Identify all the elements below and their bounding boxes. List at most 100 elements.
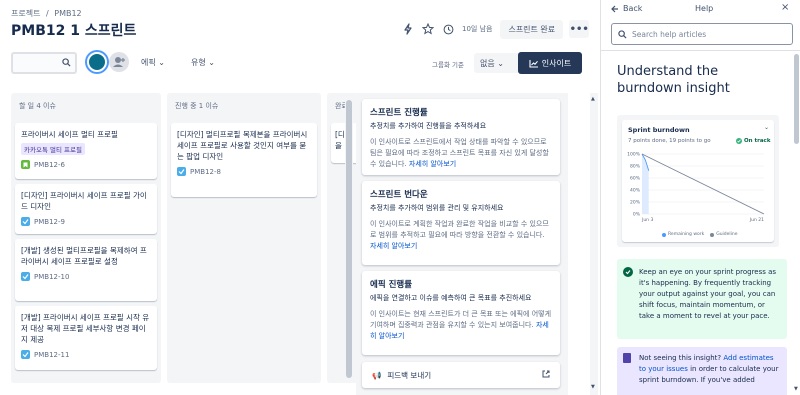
chart-legend: Remaining work Guideline xyxy=(662,232,738,237)
burndown-chart: 0% 20% 40% 60% 80% 100% Jun 3 Jun 21 xyxy=(627,152,765,223)
issue-key[interactable]: PMB12-10 xyxy=(34,273,69,281)
check-icon xyxy=(736,138,742,144)
epic-filter-label: 에픽 xyxy=(141,58,156,67)
insight-body-text: 이 인사이트로 계획한 작업과 완료한 작업을 비교할 수 있으므로 범위를 추… xyxy=(370,220,549,239)
send-feedback-button[interactable]: 📢 피드백 보내기 xyxy=(362,362,560,388)
y-tick-label: 60% xyxy=(630,176,641,182)
issue-card[interactable]: [개발] 생성된 멀티프로필을 복제하여 프라이버시 세이프 프로필로 설정 P… xyxy=(15,239,157,301)
breadcrumb-project[interactable]: PMB12 xyxy=(54,9,81,18)
note-callout: Not seeing this insight? Add estimates t… xyxy=(617,347,787,395)
scroll-down-icon[interactable]: ▼ xyxy=(591,384,595,390)
back-label: Back xyxy=(623,4,643,13)
group-by-label: 그룹화 기준 xyxy=(432,61,464,69)
y-tick-label: 80% xyxy=(630,164,641,170)
y-tick-label: 0% xyxy=(633,212,641,218)
add-people-avatar[interactable] xyxy=(109,52,129,72)
scroll-up-icon[interactable]: ▲ xyxy=(591,96,595,102)
lightning-icon[interactable] xyxy=(400,21,416,37)
on-track-badge: On track xyxy=(736,138,770,144)
page-scrollbar[interactable] xyxy=(590,93,598,395)
type-filter[interactable]: 유형 ⌄ xyxy=(191,57,215,68)
type-filter-label: 유형 xyxy=(191,58,206,67)
burndown-progress: 7 points done, 19 points to go xyxy=(628,138,711,144)
issue-card[interactable]: [개발] 프라이버시 세이프 프로필 시작 유저 대상 복제 프로필 세부사항 … xyxy=(15,306,157,370)
insight-subtitle: 추정치를 추가하여 범위를 관리 및 유지하세요 xyxy=(370,204,504,212)
more-actions-button[interactable]: ••• xyxy=(569,20,590,38)
issue-card[interactable]: 프라이버시 세이프 멀티 프로필 카카오톡 멀티 프로필 PMB12-6 xyxy=(15,123,157,179)
insight-title: 스프린트 진행률 xyxy=(370,108,428,118)
chevron-down-icon: ⌄ xyxy=(497,59,504,68)
board-search-input[interactable] xyxy=(11,52,77,74)
avatar[interactable] xyxy=(87,52,107,72)
help-title: Help xyxy=(695,4,714,13)
issue-card[interactable]: [디자인] 멀티프로필 복제본을 프라이버시 세이프 프로필로 사용할 것인지 … xyxy=(171,123,317,197)
issue-title: [개발] 프라이버시 세이프 프로필 시작 유저 대상 복제 프로필 세부사항 … xyxy=(21,313,150,344)
column-in-progress: 진행 중 1 이슈 [디자인] 멀티프로필 복제본을 프라이버시 세이프 프로필… xyxy=(167,93,321,383)
insights-button[interactable]: 인사이트 xyxy=(518,52,582,74)
breadcrumb-separator: / xyxy=(46,9,49,18)
issue-title: 프라이버시 세이프 멀티 프로필 xyxy=(21,130,118,139)
issue-key[interactable]: PMB12-11 xyxy=(34,351,69,359)
learn-more-link[interactable]: 자세히 알아보기 xyxy=(370,242,417,250)
issue-key[interactable]: PMB12-8 xyxy=(190,168,221,176)
scroll-down-icon[interactable]: ▼ xyxy=(794,386,798,392)
insight-subtitle: 추정치를 추가하여 진행률을 추적하세요 xyxy=(370,122,487,130)
close-icon[interactable]: × xyxy=(781,2,789,13)
insight-body: 이 인사이트는 현재 스프린트가 더 큰 목표 또는 에픽에 어떻게 기여하며 … xyxy=(370,309,552,342)
on-track-label: On track xyxy=(744,138,771,144)
days-remaining: 10일 남음 xyxy=(462,25,493,33)
epic-filter[interactable]: 에픽 ⌄ xyxy=(141,57,165,68)
x-tick-label: Jun 21 xyxy=(749,217,764,223)
breadcrumb-projects[interactable]: 프로젝트 xyxy=(11,9,40,18)
help-search-placeholder: Search help articles xyxy=(632,29,707,39)
issue-card[interactable]: [디 을 xyxy=(331,123,357,163)
help-article: Understand the burndown insight Sprint b… xyxy=(601,51,800,395)
remaining-work-area xyxy=(642,154,649,214)
board-scrollbar-thumb[interactable] xyxy=(346,100,352,378)
y-tick-label: 20% xyxy=(630,200,641,206)
column-todo: 할 일 4 이슈 프라이버시 세이프 멀티 프로필 카카오톡 멀티 프로필 PM… xyxy=(11,93,161,383)
insight-sprint-burndown: 스프린트 번다운 추정치를 추가하여 범위를 관리 및 유지하세요 이 인사이트… xyxy=(362,181,560,265)
learn-more-link[interactable]: 자세히 알아보기 xyxy=(409,160,456,168)
burndown-illustration: Sprint burndown ⌄ 7 points done, 19 poin… xyxy=(617,115,779,247)
insight-body-text: 이 인사이트는 현재 스프린트가 더 큰 목표 또는 에픽에 어떻게 기여하며 … xyxy=(370,310,552,329)
help-scrollbar-thumb[interactable] xyxy=(794,54,799,144)
help-search-input[interactable]: Search help articles xyxy=(611,23,793,45)
issue-title: [디자인] 멀티프로필 복제본을 프라이버시 세이프 프로필로 사용할 것인지 … xyxy=(177,130,308,161)
issue-card[interactable]: [디자인] 프라이버시 세이프 프로필 가이드 디자인 PMB12-9 xyxy=(15,184,157,234)
burndown-title: Sprint burndown xyxy=(628,126,690,134)
complete-sprint-button[interactable]: 스프린트 완료 xyxy=(500,19,564,39)
megaphone-icon: 📢 xyxy=(372,370,382,380)
group-by-value: 없음 xyxy=(480,59,495,68)
tip-callout: Keep an eye on your sprint progress as i… xyxy=(617,259,787,339)
clock-icon xyxy=(440,21,456,37)
chevron-down-icon: ⌄ xyxy=(764,124,770,131)
insights-panel: 스프린트 진행률 추정치를 추가하여 진행률을 추적하세요 이 인사이트로 스프… xyxy=(356,93,568,395)
column-title: 진행 중 1 이슈 xyxy=(175,102,219,110)
help-panel: Back Help × Search help articles Underst… xyxy=(600,0,800,395)
group-by-select[interactable]: 없음 ⌄ xyxy=(474,53,520,73)
task-checkbox-icon xyxy=(21,217,30,226)
epic-badge: 카카오톡 멀티 프로필 xyxy=(21,143,85,155)
chevron-down-icon: ⌄ xyxy=(158,58,165,67)
issue-key[interactable]: PMB12-6 xyxy=(34,161,65,169)
story-icon xyxy=(21,160,30,169)
issue-key[interactable]: PMB12-9 xyxy=(34,218,65,226)
note-icon xyxy=(623,353,631,363)
star-icon[interactable] xyxy=(420,21,436,37)
help-back-button[interactable]: Back xyxy=(611,4,642,13)
insight-body-text: 이 인사이트로 스프린트에서 작업 상태를 파악할 수 있으므로 팀은 필요에 … xyxy=(370,138,549,168)
insight-title: 에픽 진행률 xyxy=(370,280,413,290)
legend-guideline: Guideline xyxy=(716,232,738,237)
insights-button-label: 인사이트 xyxy=(541,58,572,68)
insight-body: 이 인사이트로 계획한 작업과 완료한 작업을 비교할 수 있으므로 범위를 추… xyxy=(370,219,552,252)
insight-epic-progress: 에픽 진행률 에픽을 연결하고 이슈를 예측하여 큰 목표를 추진하세요 이 인… xyxy=(362,271,560,355)
column-title: 할 일 4 이슈 xyxy=(19,102,56,110)
search-icon xyxy=(62,58,71,69)
issue-title: [디자인] 프라이버시 세이프 프로필 가이드 디자인 xyxy=(21,191,147,211)
tip-text: Keep an eye on your sprint progress as i… xyxy=(639,268,777,320)
header-actions: 10일 남음 스프린트 완료 ••• xyxy=(400,19,590,39)
burndown-card: Sprint burndown ⌄ 7 points done, 19 poin… xyxy=(622,120,774,242)
more-icon: ••• xyxy=(569,23,589,35)
breadcrumb: 프로젝트 / PMB12 xyxy=(11,8,85,19)
